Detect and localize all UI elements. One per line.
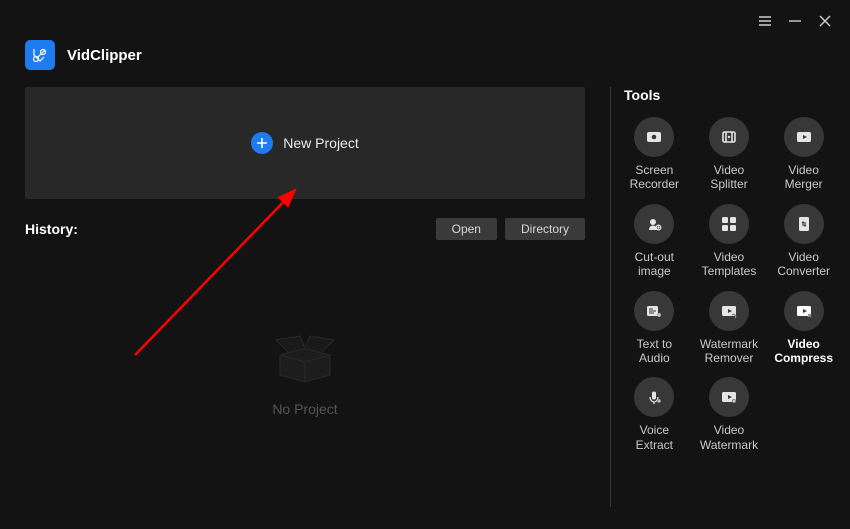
tool-label: Cut-out image	[620, 250, 689, 279]
video-compress-icon	[784, 291, 824, 331]
empty-box-icon	[270, 330, 340, 385]
tool-text-to-audio[interactable]: Text to Audio	[620, 291, 689, 366]
app-logo-icon	[25, 40, 55, 70]
video-watermark-icon	[709, 377, 749, 417]
tool-label: Voice Extract	[620, 423, 689, 452]
close-button[interactable]	[818, 14, 832, 28]
video-splitter-icon	[709, 117, 749, 157]
new-project-label: New Project	[283, 135, 358, 151]
tools-heading: Tools	[624, 87, 838, 103]
video-merger-icon	[784, 117, 824, 157]
tool-video-converter[interactable]: Video Converter	[769, 204, 838, 279]
watermark-remover-icon	[709, 291, 749, 331]
tool-voice-extract[interactable]: Voice Extract	[620, 377, 689, 452]
plus-icon	[251, 132, 273, 154]
app-title: VidClipper	[67, 47, 142, 64]
tool-video-compress[interactable]: Video Compress	[769, 291, 838, 366]
tool-label: Video Templates	[695, 250, 764, 279]
video-converter-icon	[784, 204, 824, 244]
tool-label: Video Splitter	[695, 163, 764, 192]
tool-label: Video Watermark	[695, 423, 764, 452]
tool-video-splitter[interactable]: Video Splitter	[695, 117, 764, 192]
tool-screen-recorder[interactable]: Screen Recorder	[620, 117, 689, 192]
directory-button[interactable]: Directory	[505, 218, 585, 240]
new-project-button[interactable]: New Project	[25, 87, 585, 199]
tool-video-templates[interactable]: Video Templates	[695, 204, 764, 279]
tool-label: Video Merger	[769, 163, 838, 192]
tool-watermark-remover[interactable]: Watermark Remover	[695, 291, 764, 366]
history-empty-state: No Project	[25, 330, 585, 417]
tool-label: Video Compress	[769, 337, 838, 366]
tool-label: Text to Audio	[620, 337, 689, 366]
text-to-audio-icon	[634, 291, 674, 331]
video-templates-icon	[709, 204, 749, 244]
tool-cutout-image[interactable]: Cut-out image	[620, 204, 689, 279]
menu-icon[interactable]	[758, 14, 772, 28]
minimize-button[interactable]	[788, 14, 802, 28]
open-button[interactable]: Open	[436, 218, 497, 240]
voice-extract-icon	[634, 377, 674, 417]
screen-recorder-icon	[634, 117, 674, 157]
history-heading: History:	[25, 221, 78, 237]
tool-label: Screen Recorder	[620, 163, 689, 192]
tool-video-merger[interactable]: Video Merger	[769, 117, 838, 192]
tool-label: Watermark Remover	[695, 337, 764, 366]
tool-label: Video Converter	[769, 250, 838, 279]
empty-state-label: No Project	[272, 401, 337, 417]
app-header: VidClipper	[25, 40, 142, 70]
cutout-image-icon	[634, 204, 674, 244]
vertical-divider	[610, 87, 611, 507]
tool-video-watermark[interactable]: Video Watermark	[695, 377, 764, 452]
